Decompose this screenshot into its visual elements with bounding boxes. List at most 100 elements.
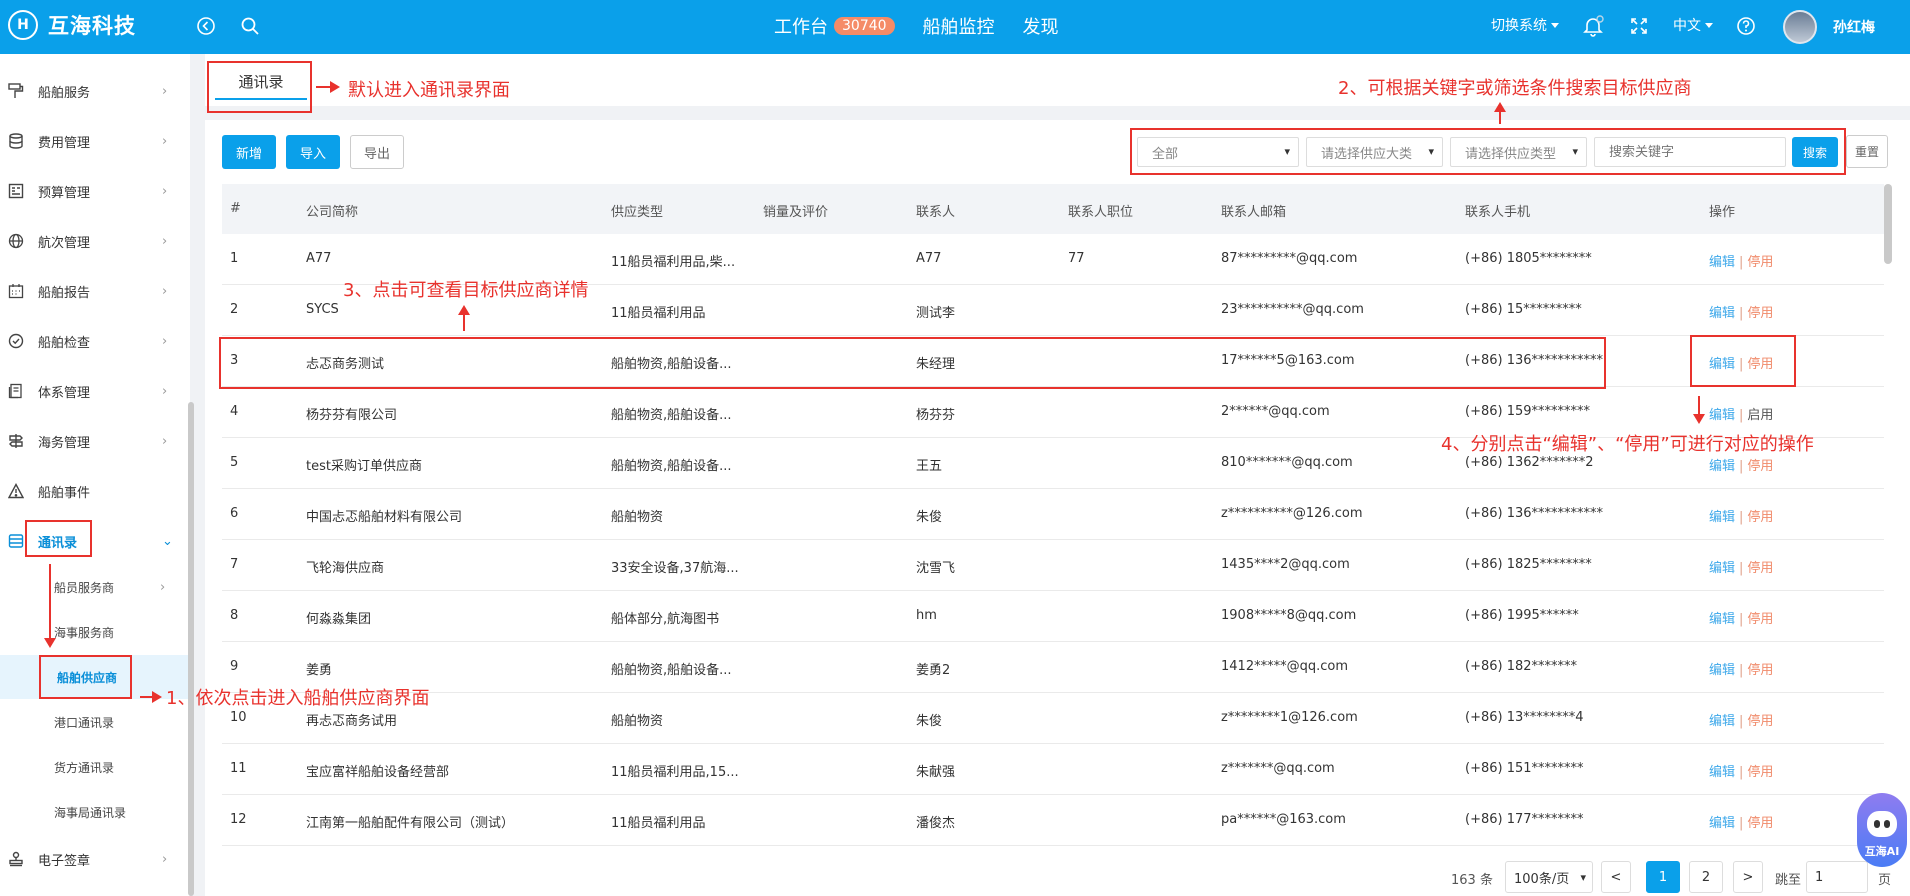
annotation-edit-stop-hint: 4、分别点击“编辑”、“停用”可进行对应的操作 xyxy=(1441,434,1814,455)
disable-link[interactable]: 停用 xyxy=(1747,561,1773,576)
page-2-button[interactable]: 2 xyxy=(1689,861,1723,893)
cell-email: z**********@126.com xyxy=(1221,506,1363,521)
edit-link[interactable]: 编辑 xyxy=(1709,510,1735,525)
import-button[interactable]: 导入 xyxy=(286,135,340,169)
page-size-value: 100条/页 xyxy=(1514,871,1570,887)
edit-link[interactable]: 编辑 xyxy=(1709,306,1735,321)
table-row[interactable]: 6 中国忐忑船舶材料有限公司 船舶物资 朱俊 z**********@126.com (+… xyxy=(222,489,1884,540)
app-logo[interactable]: H 互海科技 xyxy=(8,10,136,40)
bell-icon[interactable] xyxy=(1581,14,1605,38)
sidebar-item-ship-service[interactable]: 船舶服务 › xyxy=(0,66,190,116)
sidebar-subitem-port-contacts[interactable]: 港口通讯录 xyxy=(0,700,190,744)
disable-link[interactable]: 停用 xyxy=(1747,306,1773,321)
sidebar-subitem-cargo-contacts[interactable]: 货方通讯录 xyxy=(0,745,190,789)
total-count: 163 条 xyxy=(1451,873,1493,888)
ai-assistant-button[interactable]: 互海AI xyxy=(1857,793,1907,867)
sidebar-item-ship-report[interactable]: 船舶报告 › xyxy=(0,266,190,316)
chevron-right-icon: › xyxy=(162,183,168,199)
top-bar: H 互海科技 工作台 30740 船舶监控 发现 切换系统 中文 孙红梅 xyxy=(0,0,1910,54)
cell-company: 飞轮海供应商 xyxy=(306,561,385,576)
disable-link[interactable]: 停用 xyxy=(1747,714,1773,729)
col-header-email: 联系人邮箱 xyxy=(1221,205,1287,220)
add-button[interactable]: 新增 xyxy=(222,135,276,169)
disable-link[interactable]: 停用 xyxy=(1747,765,1773,780)
cell-company: SYCS xyxy=(306,302,339,317)
chevron-down-icon: ⌄ xyxy=(162,533,173,549)
help-icon[interactable] xyxy=(1734,14,1758,38)
cell-supply-type: 船舶物资 xyxy=(611,510,664,525)
disable-link[interactable]: 停用 xyxy=(1747,612,1773,627)
table-row[interactable]: 8 何淼淼集团 船体部分,航海图书 hm 1908*****8@qq.com (+86) … xyxy=(222,591,1884,642)
action-separator: | xyxy=(1739,714,1744,729)
table-row[interactable]: 7 飞轮海供应商 33安全设备,37航海... 沈雪飞 1435****2@qq.com… xyxy=(222,540,1884,591)
sidebar-item-expense[interactable]: 费用管理 › xyxy=(0,116,190,166)
annotation-box-row xyxy=(219,337,1606,389)
reset-button[interactable]: 重置 xyxy=(1846,135,1888,168)
nav-workbench[interactable]: 工作台 30740 xyxy=(774,13,895,39)
avatar[interactable] xyxy=(1783,10,1817,44)
sidebar-item-voyage[interactable]: 航次管理 › xyxy=(0,216,190,266)
sidebar-subitem-maritime-provider[interactable]: 海事服务商 xyxy=(0,610,190,654)
cell-actions: 编辑 | 停用 xyxy=(1709,710,1773,729)
nav-ship-monitor-label: 船舶监控 xyxy=(922,17,995,38)
disable-link[interactable]: 停用 xyxy=(1747,459,1773,474)
enable-link[interactable]: 启用 xyxy=(1747,408,1773,423)
goto-page-input[interactable]: 1 xyxy=(1806,861,1868,893)
edit-link[interactable]: 编辑 xyxy=(1709,408,1735,423)
disable-link[interactable]: 停用 xyxy=(1747,255,1773,270)
export-button[interactable]: 导出 xyxy=(350,135,404,169)
edit-link[interactable]: 编辑 xyxy=(1709,255,1735,270)
chevron-right-icon: › xyxy=(162,333,168,349)
edit-link[interactable]: 编辑 xyxy=(1709,765,1735,780)
back-icon[interactable] xyxy=(194,14,218,38)
cell-actions: 编辑 | 停用 xyxy=(1709,251,1773,270)
username[interactable]: 孙红梅 xyxy=(1833,17,1875,37)
action-separator: | xyxy=(1739,459,1744,474)
sidebar-item-e-signature[interactable]: 电子签章 › xyxy=(0,834,190,884)
action-separator: | xyxy=(1739,816,1744,831)
caret-down-icon xyxy=(1705,22,1713,28)
search-icon[interactable] xyxy=(238,14,262,38)
table-scrollbar[interactable] xyxy=(1884,184,1892,264)
sidebar-item-ship-inspection[interactable]: 船舶检查 › xyxy=(0,316,190,366)
edit-link[interactable]: 编辑 xyxy=(1709,612,1735,627)
disable-link[interactable]: 停用 xyxy=(1747,663,1773,678)
paint-roller-icon xyxy=(7,82,25,100)
language-dropdown[interactable]: 中文 xyxy=(1673,15,1713,35)
cell-email: z*******@qq.com xyxy=(1221,761,1335,776)
nav-discover[interactable]: 发现 xyxy=(1023,13,1059,39)
cell-phone: (+86) 177******** xyxy=(1465,812,1584,827)
table-row[interactable]: 12 江南第一船舶配件有限公司（测试） 11船员福利用品 潘俊杰 pa******@16… xyxy=(222,795,1884,846)
sidebar-item-budget[interactable]: 预算管理 › xyxy=(0,166,190,216)
page-size-select[interactable]: 100条/页 ▾ xyxy=(1505,861,1593,893)
edit-link[interactable]: 编辑 xyxy=(1709,459,1735,474)
cell-phone: (+86) 1995****** xyxy=(1465,608,1579,623)
table-row[interactable]: 10 再忐忑商务试用 船舶物资 朱俊 z********1@126.com (+86) 1… xyxy=(222,693,1884,744)
sidebar-item-marine-affairs[interactable]: 海务管理 › xyxy=(0,416,190,466)
sidebar-subitem-crew-provider[interactable]: 船员服务商 › xyxy=(0,565,190,609)
disable-link[interactable]: 停用 xyxy=(1747,510,1773,525)
edit-link[interactable]: 编辑 xyxy=(1709,714,1735,729)
cell-actions: 编辑 | 停用 xyxy=(1709,506,1773,525)
sidebar-subitem-msa-contacts[interactable]: 海事局通讯录 xyxy=(0,790,190,834)
fullscreen-icon[interactable] xyxy=(1627,14,1651,38)
sidebar-item-ship-event[interactable]: 船舶事件 xyxy=(0,466,190,516)
page-1-button[interactable]: 1 xyxy=(1646,861,1680,893)
next-page-button[interactable]: > xyxy=(1733,861,1763,893)
table-row[interactable]: 11 宝应富祥船舶设备经营部 11船员福利用品,15... 朱献强 z*******@q… xyxy=(222,744,1884,795)
signpost-icon xyxy=(7,432,25,450)
sidebar-scrollbar[interactable] xyxy=(188,402,194,896)
disable-link[interactable]: 停用 xyxy=(1747,816,1773,831)
edit-link[interactable]: 编辑 xyxy=(1709,816,1735,831)
col-header-actions: 操作 xyxy=(1709,205,1736,220)
nav-ship-monitor[interactable]: 船舶监控 xyxy=(923,13,995,39)
edit-link[interactable]: 编辑 xyxy=(1709,663,1735,678)
edit-link[interactable]: 编辑 xyxy=(1709,561,1735,576)
cell-supply-type: 船舶物资,船舶设备... xyxy=(611,408,732,423)
table-row[interactable]: 9 姜勇 船舶物资,船舶设备... 姜勇2 1412*****@qq.com (+86) … xyxy=(222,642,1884,693)
app-name: 互海科技 xyxy=(48,14,136,38)
sidebar-item-system-mgmt[interactable]: 体系管理 › xyxy=(0,366,190,416)
prev-page-button[interactable]: < xyxy=(1601,861,1631,893)
logo-icon: H xyxy=(8,10,38,40)
switch-system-dropdown[interactable]: 切换系统 xyxy=(1491,15,1559,35)
